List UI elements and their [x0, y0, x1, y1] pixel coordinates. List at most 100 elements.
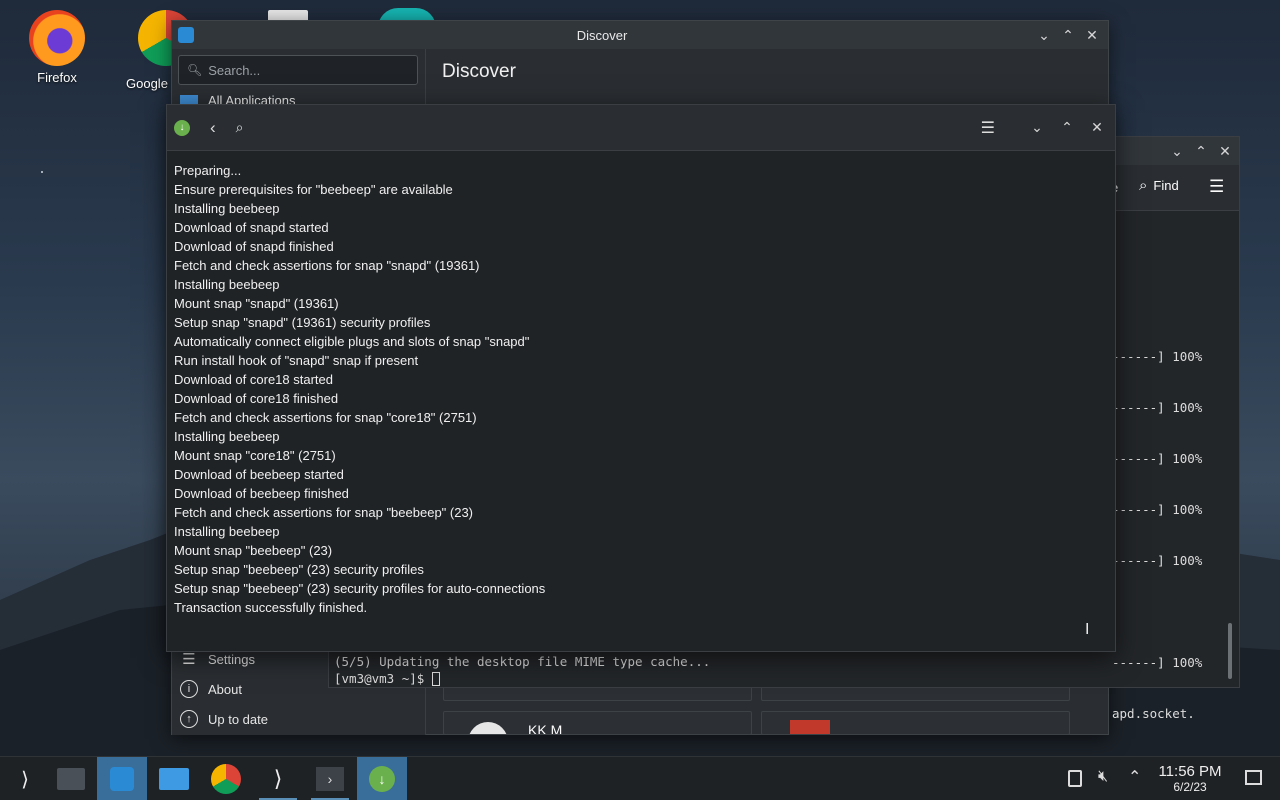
- terminal-line: ------] 100%: [1112, 349, 1203, 364]
- terminal-line: ------] 100%: [1112, 451, 1203, 466]
- app-card[interactable]: KK M: [443, 711, 752, 735]
- launcher-icon: ⟩: [21, 768, 29, 791]
- task-terminal[interactable]: ›: [305, 757, 355, 800]
- log-line: Installing beebeep: [174, 524, 280, 539]
- sidebar-item-settings[interactable]: ☰ Settings: [180, 650, 255, 668]
- clipboard-icon[interactable]: [1068, 770, 1082, 787]
- log-line: Run install hook of "snapd" snap if pres…: [174, 353, 419, 368]
- desktop-icon-label: Google: [126, 76, 168, 91]
- task-discover[interactable]: [97, 757, 147, 800]
- minimize-button[interactable]: ⌄: [1025, 116, 1049, 140]
- terminal-icon: ›: [316, 767, 344, 791]
- log-line: Download of beebeep started: [174, 467, 344, 482]
- download-icon: ↓: [369, 766, 395, 792]
- log-line: Setup snap "snapd" (19361) security prof…: [174, 315, 431, 330]
- clock-time: 11:56 PM: [1158, 763, 1222, 780]
- log-line: Setup snap "beebeep" (23) security profi…: [174, 562, 424, 577]
- log-line: Fetch and check assertions for snap "sna…: [174, 258, 480, 273]
- log-line: Installing beebeep: [174, 201, 280, 216]
- app-card-title: KK M: [528, 722, 563, 735]
- terminal-output-right: ------] 100% ------] 100% ------] 100% -…: [1112, 314, 1202, 756]
- prompt-text: [vm3@vm3 ~]$: [334, 671, 432, 686]
- close-button[interactable]: ✕: [1080, 23, 1104, 47]
- kde-icon: ⟩: [273, 766, 283, 791]
- search-icon: 🔍︎: [187, 63, 203, 77]
- terminal-line: ------] 100%: [1112, 502, 1203, 517]
- clock[interactable]: 11:56 PM 6/2/23: [1150, 763, 1230, 794]
- progress-window: ↓ ‹ ⌕ ☰ ⌄ ⌃ ✕ Preparing... Ensure prerequ…: [166, 104, 1116, 652]
- task-chrome[interactable]: [201, 757, 251, 800]
- log-line: Ensure prerequisites for "beebeep" are a…: [174, 182, 453, 197]
- taskbar: ⟩ ⟩ › ↓ 🔇︎ ⌃ 11:56 PM 6/2/23: [0, 756, 1280, 800]
- sidebar-item-about[interactable]: i About: [180, 680, 242, 698]
- log-line: Mount snap "snapd" (19361): [174, 296, 339, 311]
- desktop-icon-label: Firefox: [37, 70, 77, 85]
- terminal-line: ------] 100%: [1112, 553, 1203, 568]
- scrollbar-thumb[interactable]: [1228, 623, 1232, 679]
- page-title: Discover: [442, 61, 516, 82]
- text-cursor-icon: I: [1085, 621, 1090, 638]
- sliders-icon: [57, 768, 85, 790]
- close-button[interactable]: ✕: [1085, 116, 1109, 140]
- task-kde-connect[interactable]: ⟩: [253, 757, 303, 800]
- log-line: Fetch and check assertions for snap "cor…: [174, 410, 477, 425]
- find-button[interactable]: ⌕ Find: [1139, 177, 1179, 194]
- sidebar-item-up-to-date[interactable]: ↑ Up to date: [180, 710, 268, 728]
- minimize-button[interactable]: ⌄: [1032, 23, 1056, 47]
- log-line: Download of core18 started: [174, 372, 333, 387]
- firefox-icon: [29, 10, 85, 66]
- app-launcher-button[interactable]: ⟩: [0, 757, 50, 800]
- scrollbar[interactable]: [1225, 211, 1235, 681]
- show-desktop-button[interactable]: [1245, 770, 1262, 785]
- maximize-button[interactable]: ⌃: [1189, 139, 1213, 163]
- discover-app-icon: [178, 27, 194, 43]
- log-line: Installing beebeep: [174, 277, 280, 292]
- chrome-icon: [211, 764, 241, 794]
- task-install-progress[interactable]: ↓: [357, 757, 407, 800]
- minimize-button[interactable]: ⌄: [1165, 139, 1189, 163]
- app-card-icon: [790, 720, 830, 734]
- volume-muted-icon[interactable]: 🔇︎: [1098, 768, 1108, 786]
- log-line: Download of core18 finished: [174, 391, 339, 406]
- maximize-button[interactable]: ⌃: [1056, 23, 1080, 47]
- terminal-line: apd.socket.: [1112, 706, 1195, 721]
- desktop-icon-firefox[interactable]: Firefox: [12, 10, 102, 85]
- discover-titlebar: Discover ⌄ ⌃ ✕: [172, 21, 1108, 49]
- maximize-button[interactable]: ⌃: [1055, 116, 1079, 140]
- log-line: Download of snapd finished: [174, 239, 334, 254]
- app-card-icon: [468, 722, 508, 734]
- progress-toolbar: ↓ ‹ ⌕ ☰ ⌄ ⌃ ✕: [167, 105, 1115, 151]
- terminal-last-output: (5/5) Updating the desktop file MIME typ…: [334, 654, 711, 669]
- terminal-prompt[interactable]: [vm3@vm3 ~]$: [334, 671, 440, 686]
- log-line: Mount snap "core18" (2751): [174, 448, 336, 463]
- log-line: Automatically connect eligible plugs and…: [174, 334, 530, 349]
- text-cursor: [431, 671, 440, 686]
- close-button[interactable]: ✕: [1213, 139, 1237, 163]
- hamburger-menu-button[interactable]: ☰: [1209, 177, 1224, 197]
- search-input[interactable]: 🔍︎ Search...: [178, 55, 418, 85]
- app-card[interactable]: [761, 711, 1070, 735]
- folder-icon: [159, 768, 189, 790]
- task-file-manager[interactable]: [149, 757, 199, 800]
- download-icon: ↓: [174, 119, 190, 136]
- clock-date: 6/2/23: [1173, 780, 1207, 794]
- back-button[interactable]: ‹: [210, 118, 216, 138]
- log-line: Preparing...: [174, 163, 242, 178]
- info-icon: i: [180, 680, 198, 698]
- log-line: Download of snapd started: [174, 220, 329, 235]
- search-button[interactable]: ⌕: [236, 119, 244, 136]
- hamburger-menu-button[interactable]: ☰: [981, 118, 995, 138]
- task-system-settings[interactable]: [46, 757, 96, 800]
- terminal-line: ------] 100%: [1112, 400, 1203, 415]
- terminal-line: ------] 100%: [1112, 655, 1203, 670]
- search-placeholder: Search...: [208, 62, 261, 78]
- tray-expand-chevron-icon[interactable]: ⌃: [1128, 767, 1141, 787]
- log-line: Installing beebeep: [174, 429, 280, 444]
- log-line: Setup snap "beebeep" (23) security profi…: [174, 581, 546, 596]
- discover-icon: [110, 767, 134, 791]
- log-line: Fetch and check assertions for snap "bee…: [174, 505, 474, 520]
- window-title: Discover: [576, 27, 628, 43]
- transaction-log: Preparing... Ensure prerequisites for "be…: [174, 161, 545, 617]
- update-arrow-icon: ↑: [180, 710, 198, 728]
